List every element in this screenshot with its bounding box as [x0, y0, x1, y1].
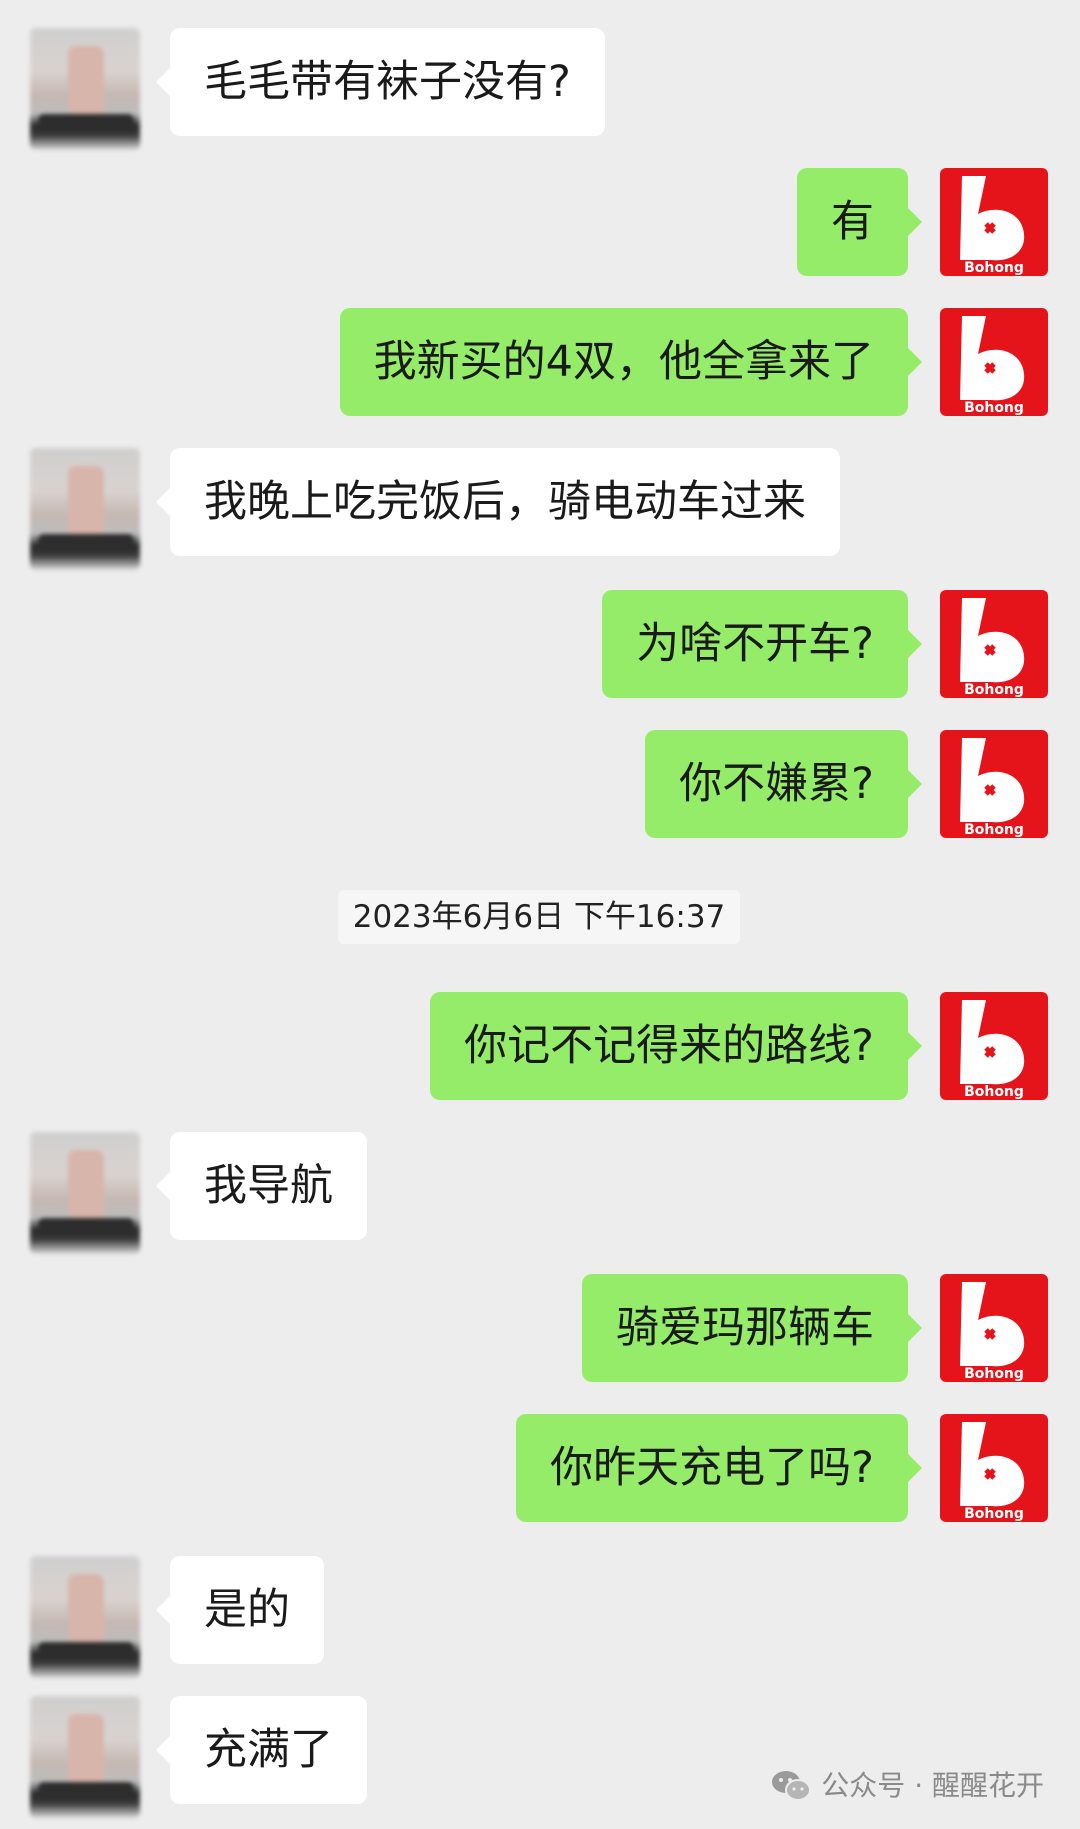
svg-text:Bohong: Bohong [964, 400, 1024, 416]
message-bubble-received[interactable]: 毛毛带有袜子没有? [156, 28, 605, 136]
watermark: 公众号 · 醒醒花开 [771, 1764, 1044, 1808]
message-row: 我新买的4双，他全拿来了 Bohong [0, 308, 1080, 418]
message-row: 骑爱玛那辆车 Bohong [0, 1274, 1080, 1384]
message-row: 毛毛带有袜子没有? [0, 28, 1080, 150]
contact-avatar[interactable] [30, 28, 140, 150]
user-avatar[interactable]: Bohong [940, 308, 1048, 416]
contact-avatar[interactable] [30, 1556, 140, 1678]
wechat-icon [772, 1771, 812, 1801]
message-bubble-received[interactable]: 我晚上吃完饭后，骑电动车过来 [156, 448, 840, 556]
chat-timestamp: 2023年6月6日 下午16:37 [338, 890, 740, 944]
message-row: 我导航 [0, 1132, 1080, 1254]
message-bubble-sent[interactable]: 你不嫌累? [645, 730, 922, 838]
message-bubble-received[interactable]: 我导航 [156, 1132, 367, 1240]
message-row: 我晚上吃完饭后，骑电动车过来 [0, 448, 1080, 570]
svg-text:Bohong: Bohong [964, 822, 1024, 838]
message-bubble-sent[interactable]: 我新买的4双，他全拿来了 [339, 308, 923, 416]
contact-avatar[interactable] [30, 1696, 140, 1818]
message-bubble-sent[interactable]: 为啥不开车? [602, 590, 922, 698]
user-avatar[interactable]: Bohong [940, 1274, 1048, 1382]
message-row: 你记不记得来的路线? Bohong [0, 992, 1080, 1102]
bohong-logo-icon: Bohong [960, 176, 1025, 276]
svg-text:Bohong: Bohong [964, 1506, 1024, 1522]
message-row: 你不嫌累? Bohong [0, 730, 1080, 840]
message-bubble-received[interactable]: 是的 [156, 1556, 324, 1664]
user-avatar[interactable]: Bohong [940, 168, 1048, 276]
contact-avatar[interactable] [30, 1132, 140, 1254]
bohong-logo-icon: Bohong [960, 1422, 1025, 1522]
user-avatar[interactable]: Bohong [940, 992, 1048, 1100]
message-bubble-sent[interactable]: 你昨天充电了吗? [516, 1414, 922, 1522]
svg-text:Bohong: Bohong [964, 1084, 1024, 1100]
bohong-logo-icon: Bohong [960, 316, 1025, 416]
message-row: 是的 [0, 1556, 1080, 1678]
message-row: 你昨天充电了吗? Bohong [0, 1414, 1080, 1524]
message-bubble-sent[interactable]: 你记不记得来的路线? [430, 992, 922, 1100]
svg-text:Bohong: Bohong [964, 1366, 1024, 1382]
bohong-logo-icon: Bohong [960, 1000, 1025, 1100]
message-row: 为啥不开车? Bohong [0, 590, 1080, 700]
message-bubble-sent[interactable]: 有 [797, 168, 922, 276]
user-avatar[interactable]: Bohong [940, 1414, 1048, 1522]
contact-avatar[interactable] [30, 448, 140, 570]
watermark-text: 公众号 · 醒醒花开 [821, 1769, 1044, 1802]
svg-text:Bohong: Bohong [964, 260, 1024, 276]
svg-text:Bohong: Bohong [964, 682, 1024, 698]
user-avatar[interactable]: Bohong [940, 590, 1048, 698]
user-avatar[interactable]: Bohong [940, 730, 1048, 838]
message-bubble-sent[interactable]: 骑爱玛那辆车 [582, 1274, 922, 1382]
bohong-logo-icon: Bohong [960, 738, 1025, 838]
message-bubble-received[interactable]: 充满了 [156, 1696, 367, 1804]
message-row: 有 Bohong [0, 168, 1080, 278]
bohong-logo-icon: Bohong [960, 598, 1025, 698]
bohong-logo-icon: Bohong [960, 1282, 1025, 1382]
